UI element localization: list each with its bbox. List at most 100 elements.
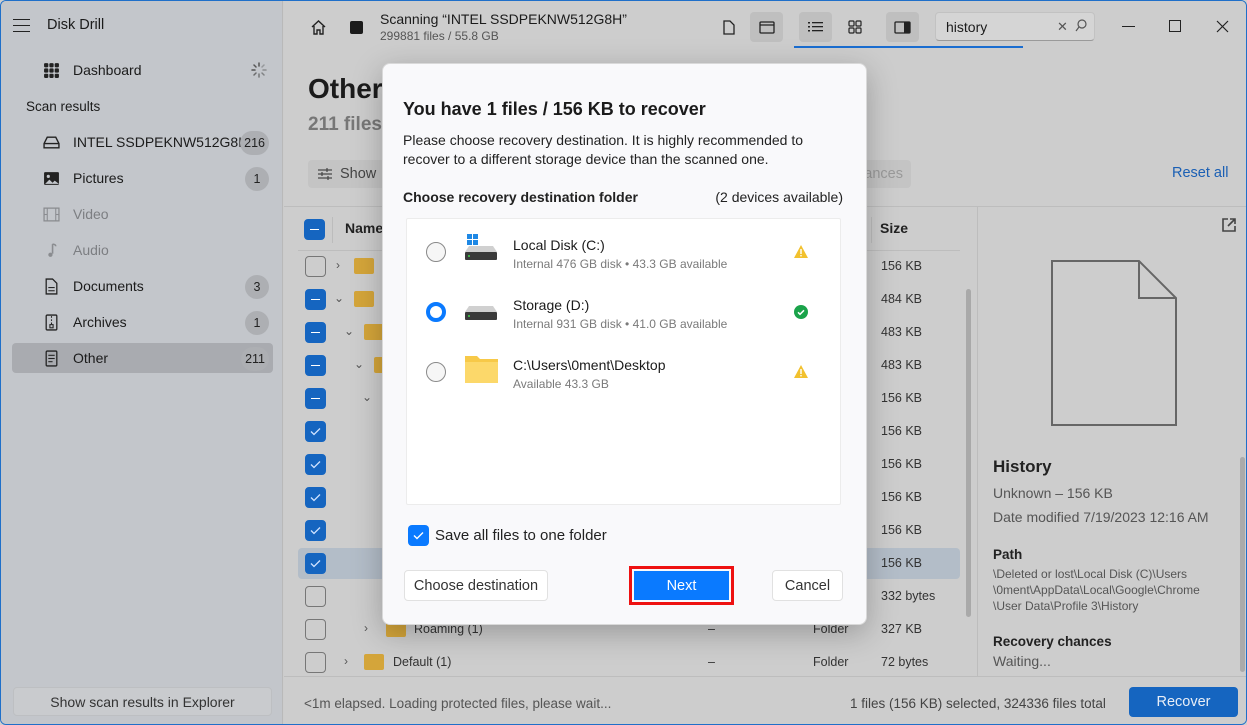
details-scrollbar[interactable] bbox=[1240, 457, 1245, 672]
row-type: Folder bbox=[813, 655, 849, 669]
row-checkbox[interactable] bbox=[305, 355, 326, 376]
warning-icon bbox=[794, 365, 808, 378]
sidebar-item-video[interactable]: Video bbox=[12, 199, 273, 229]
close-button[interactable] bbox=[1207, 13, 1237, 39]
other-file-icon bbox=[45, 350, 58, 367]
warning-icon bbox=[794, 245, 808, 258]
destination-info: Available 43.3 GB bbox=[513, 377, 609, 391]
close-icon bbox=[1216, 20, 1228, 32]
destination-desktop-folder[interactable]: C:\Users\0ment\Desktop Available 43.3 GB bbox=[407, 342, 840, 398]
reset-all-link[interactable]: Reset all bbox=[1172, 165, 1228, 181]
destination-radio[interactable] bbox=[426, 242, 446, 262]
minimize-icon bbox=[1121, 25, 1135, 27]
count-badge: 1 bbox=[245, 167, 269, 191]
minimize-button[interactable] bbox=[1113, 13, 1143, 39]
maximize-icon bbox=[1169, 20, 1181, 32]
folder-view-button[interactable] bbox=[750, 12, 783, 42]
sidebar-item-documents[interactable]: Documents 3 bbox=[12, 271, 273, 301]
app-window: Disk Drill Dashboard Scan results INTEL … bbox=[0, 0, 1247, 725]
recovery-chances-value: Waiting... bbox=[993, 653, 1051, 669]
cancel-button[interactable]: Cancel bbox=[772, 570, 843, 601]
destination-list: Local Disk (C:) Internal 476 GB disk • 4… bbox=[406, 218, 841, 505]
search-input[interactable] bbox=[946, 18, 1056, 36]
row-size: 483 KB bbox=[881, 325, 923, 339]
row-size: 156 KB bbox=[881, 259, 923, 273]
scan-results-heading: Scan results bbox=[26, 99, 101, 114]
selection-summary: 1 files (156 KB) selected, 324336 files … bbox=[850, 696, 1106, 711]
show-in-explorer-button[interactable]: Show scan results in Explorer bbox=[13, 687, 272, 716]
sidebar-item-drive[interactable]: INTEL SSDPEKNW512G8H 216 bbox=[12, 127, 273, 157]
row-size: 72 bytes bbox=[881, 655, 929, 669]
row-size: 156 KB bbox=[881, 556, 923, 570]
folder-icon bbox=[364, 324, 384, 340]
highlight-annotation: Next bbox=[629, 566, 734, 605]
row-checkbox[interactable] bbox=[305, 652, 326, 673]
file-type-size: Unknown – 156 KB bbox=[993, 485, 1113, 501]
sidebar-item-other[interactable]: Other 211 bbox=[12, 343, 273, 373]
next-button[interactable]: Next bbox=[634, 571, 729, 600]
sidebar-item-archives[interactable]: Archives 1 bbox=[12, 307, 273, 337]
column-header-size[interactable]: Size bbox=[880, 220, 908, 236]
destination-radio[interactable] bbox=[426, 302, 446, 322]
preview-pane-button[interactable] bbox=[886, 12, 919, 42]
home-button[interactable] bbox=[302, 12, 335, 42]
clear-search-icon[interactable]: ✕ bbox=[1057, 19, 1068, 35]
choose-destination-button[interactable]: Choose destination bbox=[404, 570, 548, 601]
chevron-right-icon[interactable]: › bbox=[344, 654, 348, 668]
save-all-one-folder-label[interactable]: Save all files to one folder bbox=[435, 527, 607, 544]
recover-button[interactable]: Recover bbox=[1129, 687, 1238, 717]
chevron-down-icon[interactable]: ⌄ bbox=[354, 357, 364, 371]
row-checkbox[interactable] bbox=[305, 256, 326, 277]
drive-icon bbox=[43, 136, 60, 149]
destination-storage-d[interactable]: Storage (D:) Internal 931 GB disk • 41.0… bbox=[407, 282, 840, 338]
sidebar-item-pictures[interactable]: Pictures 1 bbox=[12, 163, 273, 193]
partial-dash-icon bbox=[310, 228, 319, 231]
maximize-button[interactable] bbox=[1160, 13, 1190, 39]
sidebar-item-label: Dashboard bbox=[73, 62, 142, 78]
chevron-down-icon[interactable]: ⌄ bbox=[362, 390, 372, 404]
destination-name: Local Disk (C:) bbox=[513, 237, 605, 253]
stop-icon bbox=[350, 20, 363, 34]
destination-local-disk-c[interactable]: Local Disk (C:) Internal 476 GB disk • 4… bbox=[407, 222, 840, 278]
search-icon[interactable] bbox=[1075, 19, 1087, 32]
row-checkbox[interactable] bbox=[305, 487, 326, 508]
open-external-icon[interactable] bbox=[1221, 217, 1237, 233]
destination-radio[interactable] bbox=[426, 362, 446, 382]
hamburger-menu-icon[interactable] bbox=[13, 19, 30, 32]
row-size: 156 KB bbox=[881, 523, 923, 537]
picture-icon bbox=[44, 172, 59, 185]
column-header-name[interactable]: Name bbox=[345, 220, 383, 236]
row-checkbox[interactable] bbox=[305, 619, 326, 640]
grid-view-button[interactable] bbox=[838, 12, 871, 42]
row-checkbox[interactable] bbox=[305, 454, 326, 475]
count-badge: 216 bbox=[240, 131, 269, 155]
select-all-checkbox[interactable] bbox=[304, 219, 325, 240]
destination-name: Storage (D:) bbox=[513, 297, 590, 313]
row-checkbox[interactable] bbox=[305, 421, 326, 442]
chevron-right-icon[interactable]: › bbox=[336, 258, 340, 272]
chevron-down-icon[interactable]: ⌄ bbox=[344, 324, 354, 338]
table-row[interactable]: › Default (1) – Folder 72 bytes bbox=[298, 647, 960, 678]
search-box[interactable]: ✕ bbox=[935, 12, 1095, 41]
sidebar-item-label: INTEL SSDPEKNW512G8H bbox=[73, 134, 249, 150]
list-view-button[interactable] bbox=[799, 12, 832, 42]
stop-scan-button[interactable] bbox=[340, 12, 373, 42]
row-checkbox[interactable] bbox=[305, 322, 326, 343]
row-checkbox[interactable] bbox=[305, 553, 326, 574]
chevron-down-icon[interactable]: ⌄ bbox=[334, 291, 344, 305]
row-size: 156 KB bbox=[881, 424, 923, 438]
sidebar-item-label: Other bbox=[73, 350, 109, 366]
sidebar-item-dashboard[interactable]: Dashboard bbox=[12, 55, 273, 85]
row-checkbox[interactable] bbox=[305, 289, 326, 310]
chevron-right-icon[interactable]: › bbox=[364, 621, 368, 635]
row-checkbox[interactable] bbox=[305, 586, 326, 607]
table-scrollbar[interactable] bbox=[966, 289, 971, 617]
toolbar: Scanning “INTEL SSDPEKNW512G8H” 299881 f… bbox=[284, 1, 1246, 51]
row-checkbox[interactable] bbox=[305, 388, 326, 409]
sidebar-item-audio[interactable]: Audio bbox=[12, 235, 273, 265]
row-name: Default (1) bbox=[393, 655, 452, 669]
row-checkbox[interactable] bbox=[305, 520, 326, 541]
save-all-one-folder-checkbox[interactable] bbox=[408, 525, 429, 546]
recovery-chances-label: Recovery chances bbox=[993, 634, 1112, 649]
file-view-button[interactable] bbox=[712, 12, 745, 42]
